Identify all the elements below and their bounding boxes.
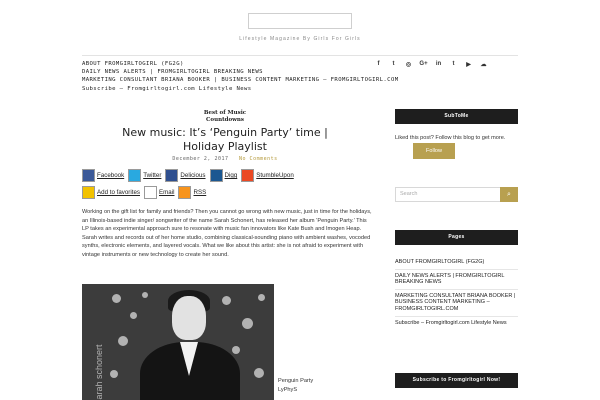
figure-head xyxy=(172,296,206,340)
post-body: Working on the gift list for family and … xyxy=(82,209,372,258)
bokeh-light xyxy=(142,292,148,298)
stumbleupon-icon xyxy=(241,169,255,182)
bokeh-light xyxy=(222,296,231,305)
youtube-icon[interactable]: ▶ xyxy=(462,61,475,68)
nav-link-about[interactable]: ABOUT FROMGIRLTOGIRL (FG2G) xyxy=(82,60,412,68)
share-email[interactable]: Email xyxy=(144,186,174,199)
site-logo[interactable] xyxy=(248,13,352,29)
share-row-1: Facebook Twitter Delicious Digg StumbleU… xyxy=(82,167,322,184)
tumblr-icon[interactable]: t xyxy=(447,61,460,68)
page-link-news-alerts[interactable]: DAILY NEWS ALERTS | FROMGIRLTOGIRL BREAK… xyxy=(395,270,518,290)
top-nav: ABOUT FROMGIRLTOGIRL (FG2G) DAILY NEWS A… xyxy=(82,60,412,93)
bokeh-light xyxy=(242,318,253,329)
bokeh-light xyxy=(232,346,240,354)
nav-link-subscribe[interactable]: Subscribe – Fromgirltogirl.com Lifestyle… xyxy=(82,85,412,93)
share-rss[interactable]: RSS xyxy=(178,186,206,199)
bokeh-light xyxy=(112,294,121,303)
page-link-subscribe[interactable]: Subscribe – Fromgirltogirl.com Lifestyle… xyxy=(395,317,518,330)
share-label: StumbleUpon xyxy=(256,172,294,179)
page-link-marketing[interactable]: MARKETING CONSULTANT BRIANA BOOKER | BUS… xyxy=(395,290,518,317)
album-label: LyPhyS xyxy=(278,387,298,393)
twitter-icon[interactable]: t xyxy=(387,61,400,68)
star-icon xyxy=(82,186,95,199)
share-delicious[interactable]: Delicious xyxy=(165,169,206,182)
bokeh-light xyxy=(118,336,128,346)
share-label: Add to favorites xyxy=(97,189,140,196)
bokeh-light xyxy=(258,294,265,301)
share-label: Digg xyxy=(224,172,238,179)
share-label: RSS xyxy=(193,189,207,196)
soundcloud-icon[interactable]: ☁ xyxy=(477,61,490,68)
album-title: Penguin Party xyxy=(278,378,314,384)
share-bar: Facebook Twitter Delicious Digg StumbleU… xyxy=(82,167,322,201)
title-line-2: Holiday Playlist xyxy=(183,140,267,153)
subtome-text: Liked this post? Follow this blog to get… xyxy=(395,135,506,141)
bokeh-light xyxy=(254,368,264,378)
post-meta: December 2, 2017 No Comments xyxy=(160,156,290,162)
post-date: December 2, 2017 xyxy=(172,156,229,162)
search-icon: ⌕ xyxy=(507,191,511,198)
category-line-2: Countdowns xyxy=(206,117,244,123)
nav-link-news-alerts[interactable]: DAILY NEWS ALERTS | FROMGIRLTOGIRL BREAK… xyxy=(82,68,412,76)
linkedin-icon[interactable]: in xyxy=(432,61,445,68)
subtome-heading: SubToMe xyxy=(395,109,518,124)
page-link-about[interactable]: ABOUT FROMGIRLTOGIRL (FG2G) xyxy=(395,256,518,270)
bokeh-light xyxy=(130,312,137,319)
post-title: New music: It’s ‘Penguin Party’ time | H… xyxy=(100,126,350,154)
category-line-1: Best of Music xyxy=(203,110,247,116)
title-line-1: New music: It’s ‘Penguin Party’ time | xyxy=(122,126,328,139)
share-digg[interactable]: Digg xyxy=(209,169,238,182)
comments-link[interactable]: No Comments xyxy=(239,156,278,162)
post-category[interactable]: Best of Music Countdowns xyxy=(175,110,275,124)
delicious-icon xyxy=(165,169,179,182)
share-label: Facebook xyxy=(97,172,125,179)
facebook-icon[interactable]: f xyxy=(372,61,385,68)
twitter-icon xyxy=(128,169,142,182)
social-links: f t ◎ G+ in t ▶ ☁ xyxy=(372,61,490,68)
digg-icon xyxy=(209,169,223,182)
pages-list: ABOUT FROMGIRLTOGIRL (FG2G) DAILY NEWS A… xyxy=(395,256,518,329)
album-info: Penguin Party LyPhyS xyxy=(278,377,313,395)
header-divider xyxy=(82,55,518,56)
share-label: Email xyxy=(159,189,175,196)
instagram-icon[interactable]: ◎ xyxy=(402,61,415,68)
share-label: Twitter xyxy=(143,172,162,179)
email-icon xyxy=(144,186,157,199)
share-row-2: Add to favorites Email RSS xyxy=(82,184,322,201)
share-twitter[interactable]: Twitter xyxy=(128,169,161,182)
search-button[interactable]: ⌕ xyxy=(500,187,518,202)
artist-photo: sarah schonert xyxy=(82,284,274,400)
subscribe-heading: Subscribe to Fromgirltogirl Now! xyxy=(395,373,518,388)
share-favorites[interactable]: Add to favorites xyxy=(82,186,140,199)
pages-heading: Pages xyxy=(395,230,518,245)
share-facebook[interactable]: Facebook xyxy=(82,169,124,182)
facebook-icon xyxy=(82,169,95,182)
rss-icon xyxy=(178,186,192,199)
bokeh-light xyxy=(110,370,118,378)
site-tagline: Lifestyle Magazine By Girls For Girls xyxy=(239,36,361,42)
share-label: Delicious xyxy=(180,172,206,179)
google-plus-icon[interactable]: G+ xyxy=(417,61,430,68)
nav-link-marketing[interactable]: MARKETING CONSULTANT BRIANA BOOKER | BUS… xyxy=(82,76,412,84)
photo-watermark: sarah schonert xyxy=(94,344,104,400)
follow-button[interactable]: Follow xyxy=(413,143,455,159)
share-stumbleupon[interactable]: StumbleUpon xyxy=(241,169,294,182)
